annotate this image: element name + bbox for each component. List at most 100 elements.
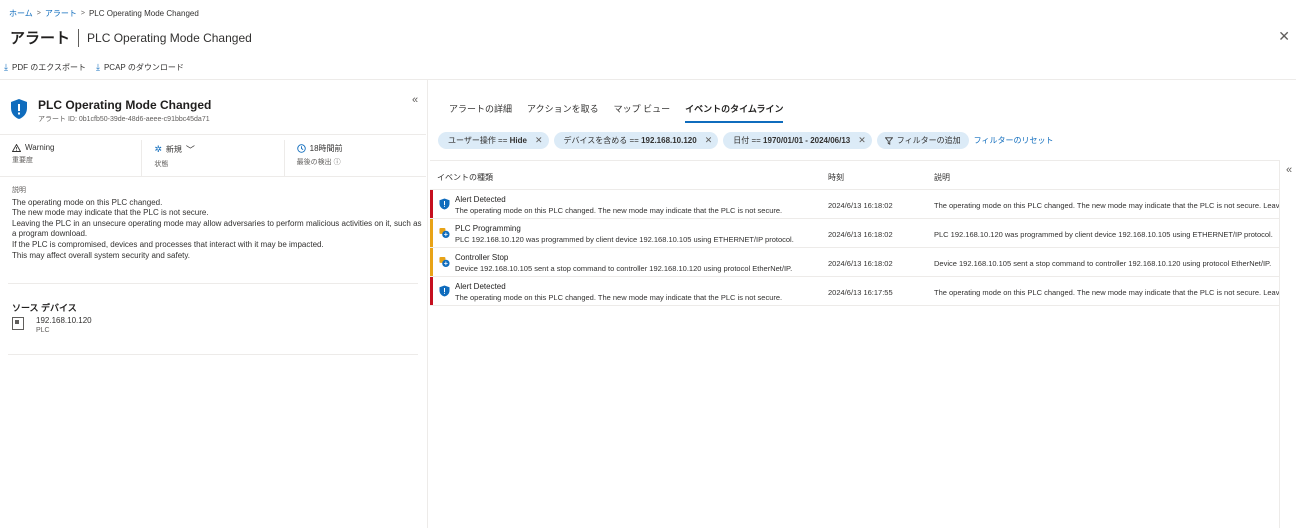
column-header-time[interactable]: 時刻 xyxy=(828,172,844,183)
severity-value: Warning xyxy=(25,143,55,152)
description-line: Leaving the PLC in an unsecure operating… xyxy=(12,218,422,239)
source-device-ip: 192.168.10.120 xyxy=(36,316,92,325)
event-description: The operating mode on this PLC changed. … xyxy=(934,201,1280,210)
device-event-icon xyxy=(439,256,450,268)
download-icon: ⤓ xyxy=(95,62,100,72)
alert-details-panel: PLC Operating Mode Changed アラート ID: 0b1c… xyxy=(0,80,428,528)
severity-stat: Warning 重要度 xyxy=(0,140,141,176)
filter-value: 192.168.10.120 xyxy=(641,136,697,145)
export-pdf-label: PDF のエクスポート xyxy=(11,63,86,72)
download-pcap-label: PCAP のダウンロード xyxy=(103,63,184,72)
filter-prefix: 日付 == xyxy=(733,136,764,145)
alert-header: PLC Operating Mode Changed アラート ID: 0b1c… xyxy=(0,92,426,130)
event-description: Device 192.168.10.105 sent a stop comman… xyxy=(934,259,1272,268)
page-title: アラート xyxy=(10,30,71,47)
breadcrumb-alerts[interactable]: アラート xyxy=(45,8,77,19)
event-time: 2024/6/13 16:18:02 xyxy=(828,230,893,239)
description-label: 説明 xyxy=(12,187,26,194)
download-pcap-button[interactable]: ⤓ PCAP のダウンロード xyxy=(96,62,184,73)
event-time: 2024/6/13 16:17:55 xyxy=(828,288,893,297)
description-line: The operating mode on this PLC changed. xyxy=(12,197,163,207)
divider xyxy=(8,283,418,284)
event-summary: The operating mode on this PLC changed. … xyxy=(455,293,783,302)
table-row[interactable]: Alert Detected The operating mode on thi… xyxy=(430,277,1280,306)
new-status-icon: ✲ xyxy=(154,144,162,154)
add-filter-label: フィルターの追加 xyxy=(896,136,961,145)
severity-bar xyxy=(430,219,433,247)
severity-bar xyxy=(430,248,433,276)
divider xyxy=(0,134,426,135)
shield-icon xyxy=(439,285,450,297)
event-description: PLC 192.168.10.120 was programmed by cli… xyxy=(934,230,1273,239)
filter-pill-date[interactable]: 日付 == 1970/01/01 - 2024/06/13 ✕ xyxy=(723,132,872,149)
tab-alert-details[interactable]: アラートの詳細 xyxy=(449,102,512,123)
event-title: Alert Detected xyxy=(455,282,506,291)
info-icon[interactable]: ⓘ xyxy=(334,159,341,166)
event-summary: Device 192.168.10.105 sent a stop comman… xyxy=(455,264,793,273)
status-value: 新規 xyxy=(165,145,182,154)
severity-bar xyxy=(430,277,433,305)
breadcrumb-home[interactable]: ホーム xyxy=(9,8,33,19)
divider xyxy=(0,176,426,177)
description-line: This may affect overall system security … xyxy=(12,250,190,260)
shield-icon xyxy=(439,198,450,210)
clock-icon xyxy=(296,144,306,153)
table-row[interactable]: Alert Detected The operating mode on thi… xyxy=(430,190,1280,219)
last-detected-value: 18時間前 xyxy=(309,144,343,153)
event-title: Controller Stop xyxy=(455,253,509,262)
warning-icon xyxy=(12,143,21,152)
filter-value: 1970/01/01 - 2024/06/13 xyxy=(763,136,851,145)
source-device[interactable]: 192.168.10.120 PLC xyxy=(12,316,92,334)
event-title: PLC Programming xyxy=(455,224,521,233)
download-icon: ⤓ xyxy=(4,62,8,72)
remove-filter-icon[interactable]: ✕ xyxy=(535,135,543,146)
event-time: 2024/6/13 16:18:02 xyxy=(828,201,893,210)
filter-pill-user-operation[interactable]: ユーザー操作 == Hide ✕ xyxy=(438,132,549,149)
last-detected-stat: 18時間前 最後の検出 ⓘ xyxy=(283,140,426,176)
add-filter-button[interactable]: フィルターの追加 xyxy=(876,132,969,149)
pane-divider xyxy=(1279,160,1280,528)
reset-filters-link[interactable]: フィルターのリセット xyxy=(974,135,1054,146)
alert-stats: Warning 重要度 ✲ 新規 ﹀ 状態 18時間前 最後の検出 ⓘ xyxy=(0,140,426,176)
chevron-down-icon[interactable]: ﹀ xyxy=(186,143,195,156)
alert-id: アラート ID: 0b1cfb50-39de-48d6-aeee-c91bbc4… xyxy=(38,116,210,123)
severity-bar xyxy=(430,190,433,218)
filter-value: Hide xyxy=(509,136,527,145)
expand-panel-icon[interactable]: « xyxy=(1286,164,1292,176)
tab-event-timeline[interactable]: イベントのタイムライン xyxy=(685,102,784,123)
breadcrumb-separator: > xyxy=(80,10,85,17)
filter-prefix: ユーザー操作 == xyxy=(448,136,510,145)
source-device-type: PLC xyxy=(36,327,50,334)
event-time: 2024/6/13 16:18:02 xyxy=(828,259,893,268)
filter-pill-include-device[interactable]: デバイスを含める == 192.168.10.120 ✕ xyxy=(553,132,719,149)
detail-tabs: アラートの詳細 アクションを取る マップ ビュー イベントのタイムライン xyxy=(449,102,784,123)
event-description: The operating mode on this PLC changed. … xyxy=(934,288,1280,297)
page-header: アラート PLC Operating Mode Changed xyxy=(10,27,252,48)
export-pdf-button[interactable]: ⤓ PDF のエクスポート xyxy=(4,62,86,73)
description-line: The new mode may indicate that the PLC i… xyxy=(12,208,209,218)
event-summary: The operating mode on this PLC changed. … xyxy=(455,206,783,215)
tab-take-action[interactable]: アクションを取る xyxy=(527,102,599,123)
filter-bar: ユーザー操作 == Hide ✕ デバイスを含める == 192.168.10.… xyxy=(438,132,1053,149)
filter-prefix: デバイスを含める == xyxy=(563,136,642,145)
status-label: 状態 xyxy=(154,161,169,168)
remove-filter-icon[interactable]: ✕ xyxy=(858,135,866,146)
remove-filter-icon[interactable]: ✕ xyxy=(705,135,713,146)
breadcrumb-separator: > xyxy=(36,10,41,17)
plc-device-icon xyxy=(12,317,24,330)
divider xyxy=(8,354,418,355)
toolbar: ⤓ PDF のエクスポート ⤓ PCAP のダウンロード xyxy=(4,62,184,73)
status-stat: ✲ 新規 ﹀ 状態 xyxy=(141,140,283,176)
column-header-description[interactable]: 説明 xyxy=(934,172,950,183)
close-icon[interactable]: ✕ xyxy=(1278,28,1290,45)
table-row[interactable]: Controller Stop Device 192.168.10.105 se… xyxy=(430,248,1280,277)
tab-map-view[interactable]: マップ ビュー xyxy=(614,102,671,123)
alert-name: PLC Operating Mode Changed xyxy=(38,98,212,112)
source-device-title: ソース デバイス xyxy=(12,303,77,313)
column-header-event-type[interactable]: イベントの種類 xyxy=(437,172,493,183)
collapse-panel-icon[interactable]: « xyxy=(412,94,418,106)
breadcrumb: ホーム > アラート > PLC Operating Mode Changed xyxy=(9,8,199,19)
breadcrumb-current: PLC Operating Mode Changed xyxy=(88,9,199,18)
table-row[interactable]: PLC Programming PLC 192.168.10.120 was p… xyxy=(430,219,1280,248)
table-header: イベントの種類 時刻 説明 xyxy=(430,160,1280,190)
